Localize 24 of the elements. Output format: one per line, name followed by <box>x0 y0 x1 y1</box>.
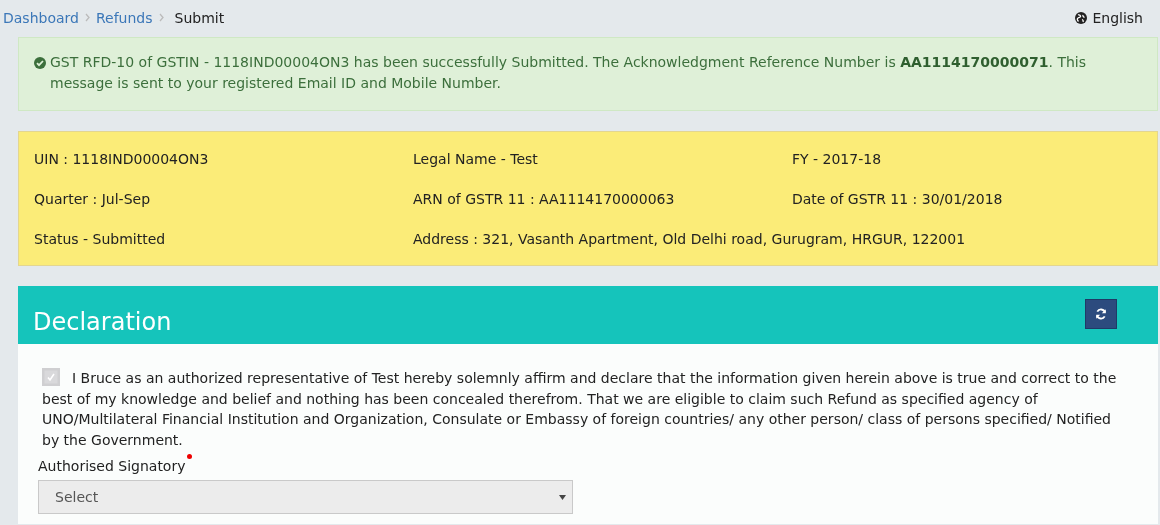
detail-text: Address : 321, Vasanth Apartment, Old Delhi road, Gurugram, HRGUR, 122001 <box>413 230 967 249</box>
breadcrumb-current: Submit <box>174 9 225 26</box>
detail-text: ARN of GSTR 11 : AA1114170000063 <box>413 190 676 209</box>
breadcrumb-link[interactable]: Refunds <box>95 9 153 26</box>
refresh-icon <box>1095 308 1107 320</box>
globe-icon <box>1075 11 1088 24</box>
field-label: Authorised Signatory <box>38 457 186 476</box>
chevron-icon <box>158 13 164 22</box>
breadcrumb-link[interactable]: Dashboard <box>3 9 79 26</box>
declaration-text: I Bruce as an authorized representative of Test hereby solemnly affirm and declare that the information given herein above is true and correct to the best of my knowledge and belief and nothing has been concealed therefrom. That we are eligible to claim such Refund as specified agency of UNO/Multilateral Financial Institution and Organization, Consulate or Embassy of foreign countries/ any other person/ class of persons specified/ Notified by the Government. <box>42 368 1118 450</box>
success-message: GST RFD-10 of GSTIN - 1118IND00004ON3 has been successfully Submitted. The Acknowledgment Reference Number is AA1114170000071. This message is sent to your registered Email ID and Mobile Number. <box>50 53 1087 93</box>
section-title: Declaration <box>33 307 172 336</box>
refresh-button[interactable] <box>1085 299 1117 329</box>
detail-text: Legal Name - Test <box>413 150 539 169</box>
detail-text: Status - Submitted <box>34 230 167 249</box>
detail-text: Date of GSTR 11 : 30/01/2018 <box>792 190 1004 209</box>
detail-text: UIN : 1118IND00004ON3 <box>34 150 210 169</box>
check-circle-icon <box>34 57 46 69</box>
caret-icon <box>559 494 566 500</box>
chevron-icon <box>84 13 90 22</box>
signatory-dropdown[interactable]: Select <box>38 480 573 514</box>
language-selector[interactable]: English <box>1092 9 1143 26</box>
detail-text: FY - 2017-18 <box>792 150 883 169</box>
detail-text: Quarter : Jul-Sep <box>34 190 152 209</box>
